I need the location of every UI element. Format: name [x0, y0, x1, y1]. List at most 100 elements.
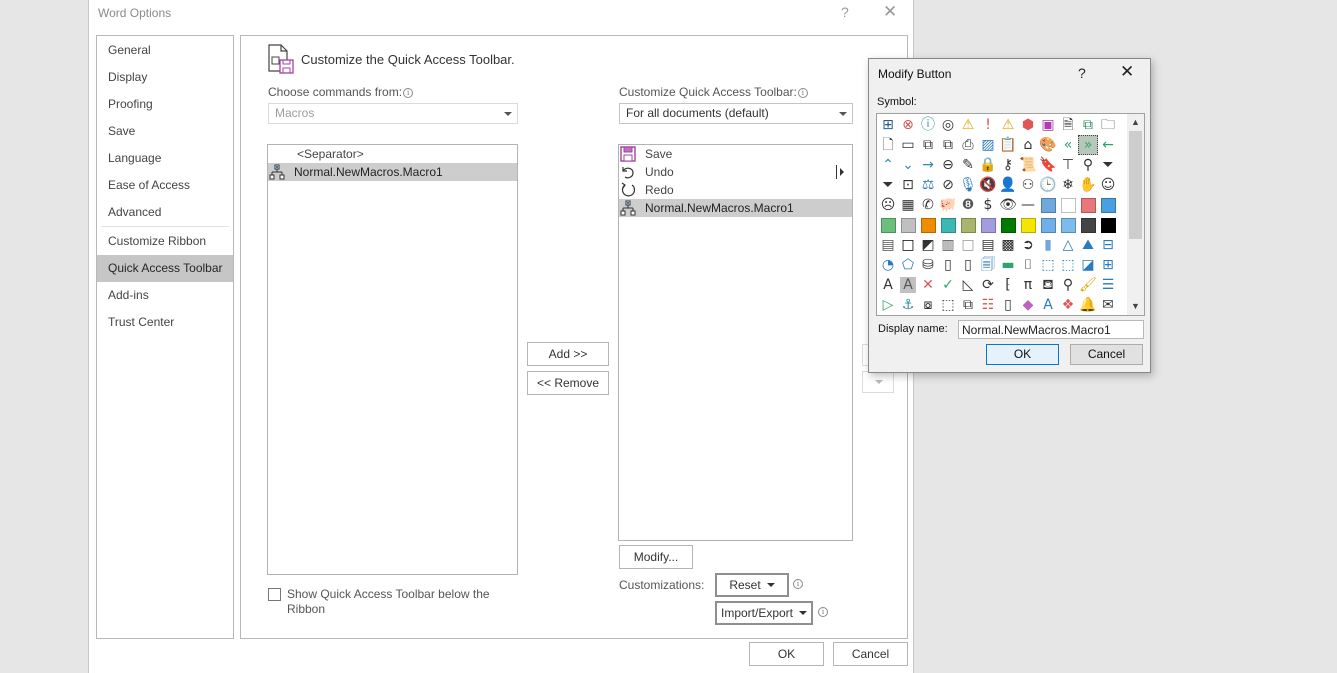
symbol-option-left-arrow-icon[interactable]: ←	[1098, 135, 1118, 155]
symbol-option-back-circle-icon[interactable]: ⊖	[938, 155, 958, 175]
scroll-up-button[interactable]: ▲	[1127, 114, 1144, 131]
symbol-option-gradient-dark-icon[interactable]: ▥	[938, 235, 958, 255]
symbol-option-filter-icon[interactable]: ⏷	[1098, 155, 1118, 175]
symbol-option-target-icon[interactable]: ◎	[938, 115, 958, 135]
submenu-arrow-icon[interactable]	[836, 165, 846, 179]
dialog-close-button[interactable]: ✕	[1120, 62, 1134, 82]
symbol-option-play-icon[interactable]: ▷	[878, 295, 898, 315]
symbol-option-pie-chart-icon[interactable]: ◔	[878, 255, 898, 275]
symbol-option-bar-chart-icon[interactable]: ▮	[1038, 235, 1058, 255]
import-export-button[interactable]: Import/Export	[715, 601, 813, 625]
symbol-option-exclamation-icon[interactable]: !	[978, 115, 998, 135]
sidebar-item-add-ins[interactable]: Add-ins	[97, 282, 233, 309]
list-item-macro[interactable]: Normal.NewMacros.Macro1	[268, 163, 517, 181]
symbol-option-save-icon[interactable]: ▣	[1038, 115, 1058, 135]
symbol-option-user-filled-icon[interactable]: 👤	[998, 175, 1018, 195]
symbol-option-paint-bucket-icon[interactable]: ⛾	[1038, 275, 1058, 295]
symbol-option-anchor-icon[interactable]: ⚓	[898, 295, 918, 315]
symbol-option-swatch-blue[interactable]	[1098, 195, 1118, 215]
symbol-option-page-globe-icon[interactable]: 🗐	[978, 255, 998, 275]
symbol-option-arrow-circle-icon[interactable]: ➲	[1018, 235, 1038, 255]
scroll-thumb[interactable]	[1129, 131, 1142, 239]
symbol-option-swatch-olive[interactable]	[958, 215, 978, 235]
symbol-option-swatch-teal[interactable]	[938, 215, 958, 235]
symbol-option-right-arrow-icon[interactable]: →	[918, 155, 938, 175]
sidebar-item-general[interactable]: General	[97, 37, 233, 64]
symbol-option-sad-face-icon[interactable]: ☹	[878, 195, 898, 215]
symbol-option-ink-icon[interactable]: A	[1038, 295, 1058, 315]
sidebar-item-trust-center[interactable]: Trust Center	[97, 309, 233, 336]
symbol-option-check-icon[interactable]: ✓	[938, 275, 958, 295]
list-item-separator[interactable]: <Separator>	[268, 145, 517, 163]
symbol-option-home-icon[interactable]: ⌂	[1018, 135, 1038, 155]
ok-button[interactable]: OK	[749, 642, 824, 666]
symbol-option-clock-icon[interactable]: 🕒	[1038, 175, 1058, 195]
symbol-option-error-circle-icon[interactable]: ⊗	[898, 115, 918, 135]
symbol-option-swatch-red[interactable]	[1078, 195, 1098, 215]
symbol-option-bell-icon[interactable]: 🔔	[1078, 295, 1098, 315]
symbol-option-contact-card-icon[interactable]: ⊡	[898, 175, 918, 195]
symbol-option-chevron-up-icon[interactable]: ⌃	[878, 155, 898, 175]
add-button[interactable]: Add >>	[527, 342, 609, 366]
symbol-scrollbar[interactable]: ▲ ▼	[1127, 114, 1144, 315]
choose-commands-dropdown[interactable]: Macros	[268, 103, 518, 124]
sidebar-item-proofing[interactable]: Proofing	[97, 91, 233, 118]
dialog-cancel-button[interactable]: Cancel	[1070, 344, 1143, 365]
symbol-option-warning-alt-icon[interactable]: ⚠	[998, 115, 1018, 135]
symbol-option-swatch-dark-green[interactable]	[998, 215, 1018, 235]
symbol-option-dashed-globe-alt-icon[interactable]: ⬚	[1058, 255, 1078, 275]
symbol-option-envelope-open-icon[interactable]: ✉	[1098, 295, 1118, 315]
symbol-option-picture-icon[interactable]: ▨	[978, 135, 998, 155]
show-below-ribbon-checkbox[interactable]	[268, 588, 281, 601]
customize-qat-dropdown[interactable]: For all documents (default)	[619, 103, 853, 124]
sidebar-item-display[interactable]: Display	[97, 64, 233, 91]
sidebar-item-ease-of-access[interactable]: Ease of Access	[97, 172, 233, 199]
symbol-option-save-sync-icon[interactable]: ⧉	[1078, 115, 1098, 135]
symbol-option-no-entry-icon[interactable]: ⊘	[938, 175, 958, 195]
remove-button[interactable]: << Remove	[527, 371, 609, 395]
symbol-option-align-left-icon[interactable]: ⊟	[1098, 235, 1118, 255]
symbol-option-square-outline-icon[interactable]: □	[898, 235, 918, 255]
symbol-option-eye-icon[interactable]: 👁	[998, 195, 1018, 215]
symbol-option-hand-icon[interactable]: ✋	[1078, 175, 1098, 195]
symbol-option-pentagon-icon[interactable]: ⬠	[898, 255, 918, 275]
symbol-option-scroll-icon[interactable]: 📜	[1018, 155, 1038, 175]
symbol-option-lock-icon[interactable]: 🔒	[978, 155, 998, 175]
symbol-option-swatch-light-blue[interactable]	[1038, 215, 1058, 235]
symbol-option-copy-icon[interactable]: ⧉	[918, 135, 938, 155]
symbol-option-page-icon[interactable]: ▯	[938, 255, 958, 275]
symbol-option-org-chart-icon[interactable]: ⊞	[878, 115, 898, 135]
symbol-option-key-icon[interactable]: ⚷	[998, 155, 1018, 175]
symbol-option-refresh-icon[interactable]: ⟳	[978, 275, 998, 295]
symbol-option-chevron-down-icon[interactable]: ⌄	[898, 155, 918, 175]
symbol-option-double-left-arrow-icon[interactable]: «	[1058, 135, 1078, 155]
symbol-option-pin-icon[interactable]: ✎	[958, 155, 978, 175]
symbol-option-swatch-yellow[interactable]	[1018, 215, 1038, 235]
symbol-option-funnel-icon[interactable]: ⏷	[878, 175, 898, 195]
symbol-option-snowflake-icon[interactable]: ❄	[1058, 175, 1078, 195]
cancel-button[interactable]: Cancel	[833, 642, 908, 666]
display-name-input[interactable]	[958, 320, 1144, 339]
symbol-option-clipboard-icon[interactable]: 📋	[998, 135, 1018, 155]
list-item-redo[interactable]: Redo	[619, 181, 852, 199]
list-item-macro[interactable]: Normal.NewMacros.Macro1	[619, 199, 852, 217]
symbol-option-toolbox-icon[interactable]: ⧇	[918, 295, 938, 315]
symbol-option-dashed-add-icon[interactable]: ⬚	[938, 295, 958, 315]
sidebar-item-customize-ribbon[interactable]: Customize Ribbon	[97, 228, 233, 255]
symbol-option-search-icon[interactable]: ⚲	[1078, 155, 1098, 175]
symbol-option-bullet-list-icon[interactable]: ☰	[1098, 275, 1118, 295]
symbol-option-phone-icon[interactable]: ✆	[918, 195, 938, 215]
symbol-option-palette-icon[interactable]: 🎨	[1038, 135, 1058, 155]
dialog-help-button[interactable]: ?	[1078, 65, 1086, 81]
symbol-option-swatch-gray[interactable]	[898, 215, 918, 235]
sidebar-item-quick-access-toolbar[interactable]: Quick Access Toolbar	[97, 255, 233, 282]
symbol-option-dollar-quote-icon[interactable]: $	[978, 195, 998, 215]
toolbar-listbox[interactable]: Save Undo Redo Normal.NewMacros.Macro1	[618, 144, 853, 541]
symbol-option-document-icon[interactable]: 🗋	[878, 135, 898, 155]
symbol-option-pi-icon[interactable]: π	[1018, 275, 1038, 295]
symbol-option-swatch-lavender[interactable]	[978, 215, 998, 235]
scroll-down-button[interactable]: ▼	[1127, 298, 1144, 315]
symbol-option-swatch-green[interactable]	[878, 215, 898, 235]
symbol-option-bars-dark-icon[interactable]: ▤	[978, 235, 998, 255]
symbol-option-magnifier-icon[interactable]: ⚲	[1058, 275, 1078, 295]
